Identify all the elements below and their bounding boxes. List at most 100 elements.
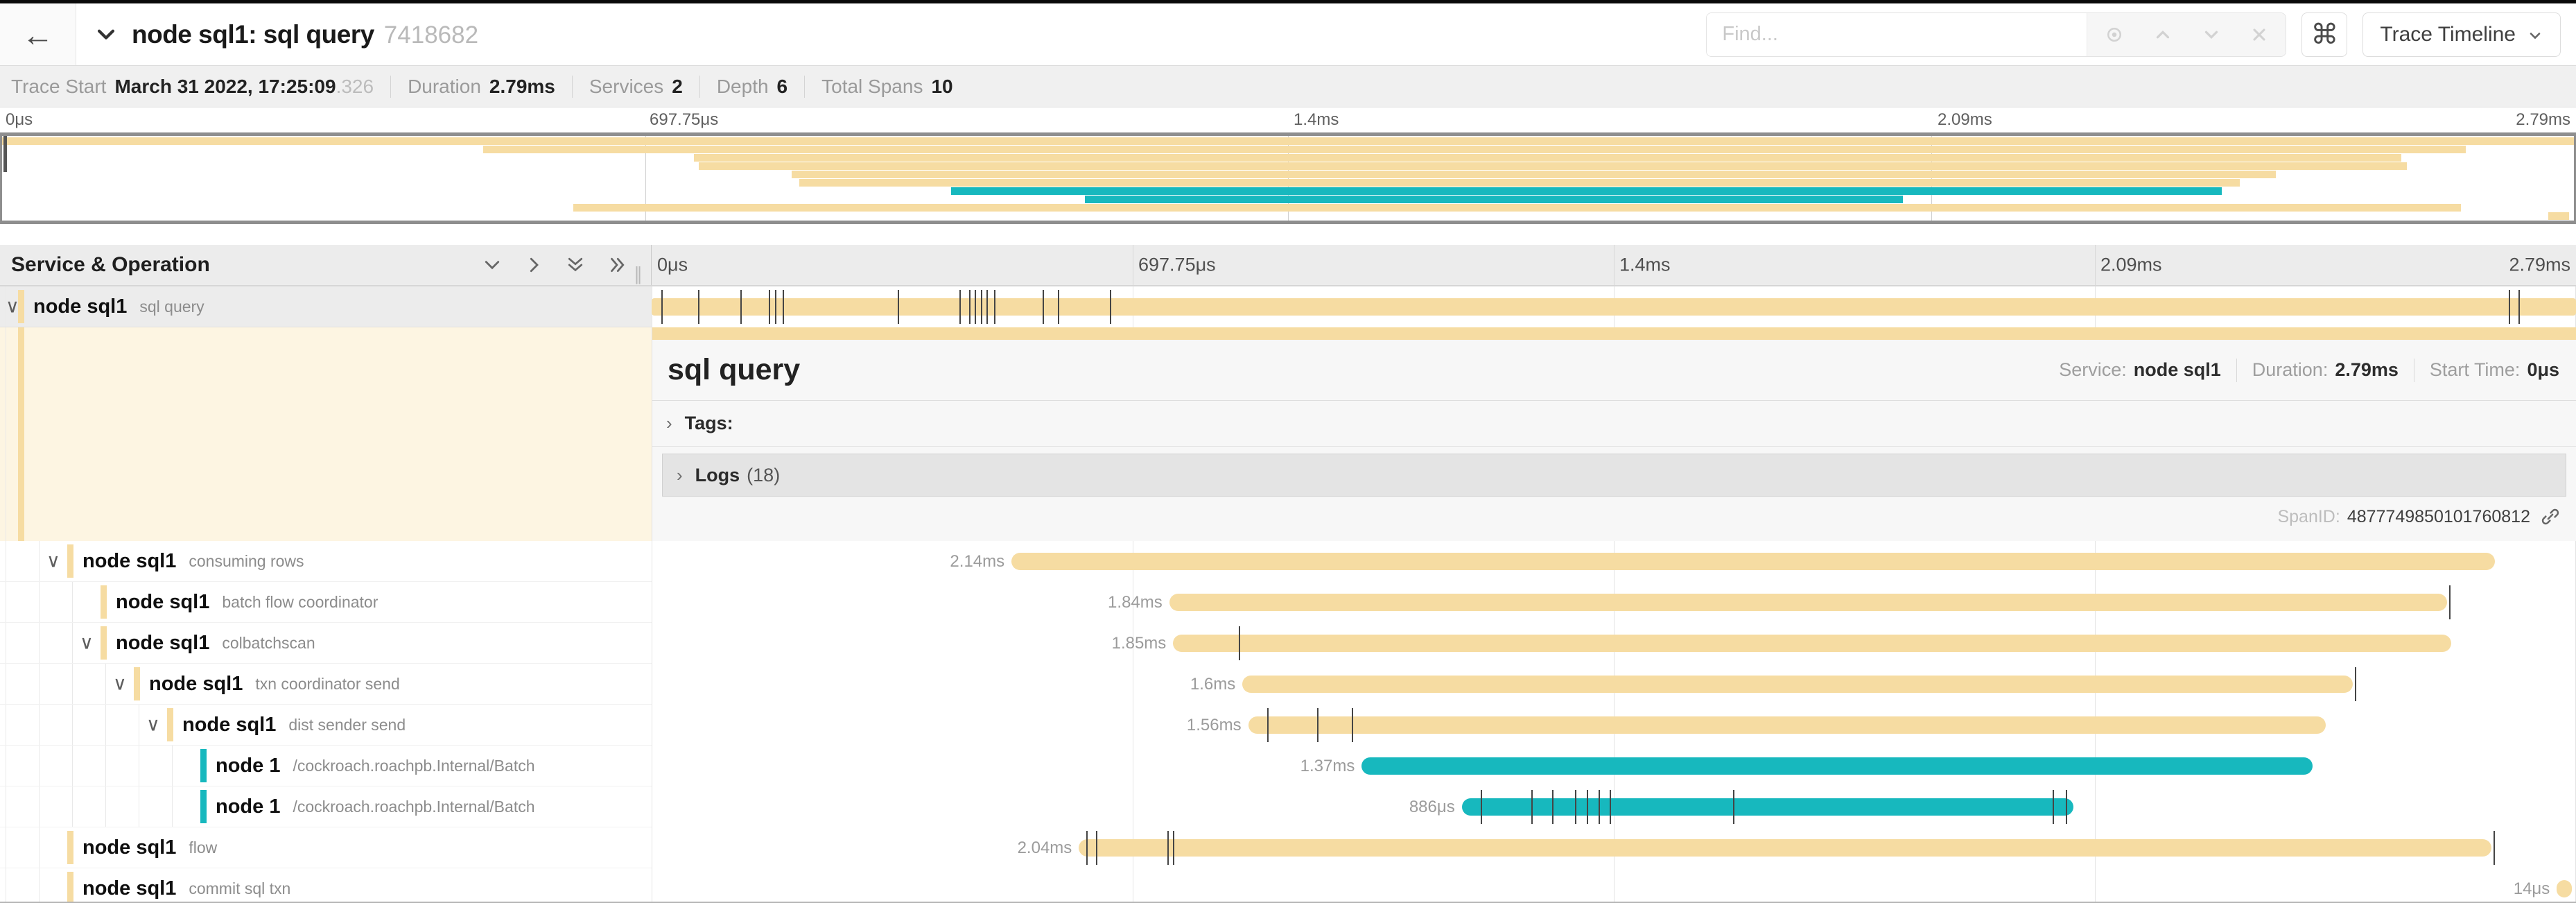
- divider: [390, 76, 391, 98]
- span-duration-label: 1.84ms: [1108, 582, 1163, 623]
- prev-match-icon[interactable]: [2152, 24, 2173, 45]
- column-resize-grip[interactable]: ∥: [634, 264, 644, 285]
- expand-chevron-icon[interactable]: ∨: [46, 551, 60, 572]
- logs-accordion[interactable]: › Logs (18): [662, 454, 2566, 497]
- span-name-cell[interactable]: node 1/cockroach.roachpb.Internal/Batch: [0, 746, 652, 786]
- expand-chevron-icon[interactable]: ∨: [146, 714, 160, 736]
- expand-one-icon[interactable]: [523, 255, 544, 275]
- collapse-trace-chevron-icon[interactable]: [94, 22, 118, 46]
- log-marker-tick: [1096, 831, 1097, 865]
- trace-page: ← node sql1: sql query 7418682: [0, 0, 2576, 903]
- clear-find-icon[interactable]: [2249, 25, 2269, 44]
- span-timeline-cell[interactable]: 1.37ms: [652, 746, 2576, 786]
- span-bar[interactable]: [1079, 839, 2491, 857]
- log-marker-tick: [2355, 667, 2356, 701]
- span-name-cell[interactable]: ∨node sql1consuming rows: [0, 541, 652, 582]
- keyboard-shortcuts-button[interactable]: ⌘: [2301, 12, 2347, 57]
- tree-row[interactable]: ∨node sql1sql query: [0, 286, 2576, 327]
- log-marker-tick: [2449, 585, 2451, 619]
- span-name-cell[interactable]: node 1/cockroach.roachpb.Internal/Batch: [0, 786, 652, 827]
- span-name-cell[interactable]: ∨node sql1sql query: [0, 286, 652, 327]
- meta-value: 2.79ms: [489, 76, 555, 98]
- span-timeline-cell[interactable]: 1.84ms: [652, 582, 2576, 623]
- span-bar[interactable]: [1248, 716, 2326, 734]
- trace-meta-item: Total Spans10: [821, 76, 952, 98]
- divider: [804, 76, 805, 98]
- meta-value: 2: [672, 76, 683, 98]
- log-marker-tick: [2066, 790, 2067, 824]
- tree-row[interactable]: node sql1flow2.04ms: [0, 827, 2576, 868]
- indent-guide: [39, 705, 40, 745]
- span-timeline-cell[interactable]: 1.85ms: [652, 623, 2576, 664]
- log-marker-tick: [783, 290, 784, 324]
- ruler-gridline: [1614, 245, 1615, 285]
- span-timeline-cell[interactable]: 886μs: [652, 786, 2576, 827]
- span-timeline-cell[interactable]: 14μs: [652, 868, 2576, 903]
- log-marker-tick: [1317, 708, 1319, 742]
- selected-span-bar[interactable]: [652, 327, 2576, 340]
- minimap-drag-handle[interactable]: [3, 136, 7, 172]
- span-duration-label: 1.85ms: [1112, 623, 1167, 664]
- tree-row[interactable]: node 1/cockroach.roachpb.Internal/Batch8…: [0, 786, 2576, 827]
- span-timeline-cell[interactable]: 1.56ms: [652, 705, 2576, 746]
- span-name-label: node sql1batch flow coordinator: [116, 582, 378, 622]
- tree-row[interactable]: ∨node sql1consuming rows2.14ms: [0, 541, 2576, 582]
- expand-chevron-icon[interactable]: ∨: [113, 673, 127, 695]
- span-bar[interactable]: [1169, 594, 2447, 611]
- span-duration-label: 1.56ms: [1187, 705, 1242, 746]
- trace-view-dropdown[interactable]: Trace Timeline: [2362, 12, 2561, 57]
- locate-icon[interactable]: [2104, 24, 2125, 45]
- find-group: [1706, 12, 2286, 57]
- back-button[interactable]: ←: [0, 3, 76, 65]
- span-bar[interactable]: [1361, 757, 2312, 775]
- expand-all-icon[interactable]: [607, 255, 627, 275]
- minimap-tick-label: 697.75μs: [650, 110, 718, 130]
- span-detail-meta: Service:node sql1 Duration:2.79ms Start …: [2059, 359, 2559, 382]
- span-name-cell[interactable]: ∨node sql1txn coordinator send: [0, 664, 652, 705]
- logs-label: Logs: [695, 465, 740, 486]
- span-bar[interactable]: [652, 298, 2576, 316]
- collapse-one-icon[interactable]: [482, 255, 503, 275]
- tree-row[interactable]: node sql1commit sql txn14μs: [0, 868, 2576, 903]
- span-bar[interactable]: [1242, 676, 2353, 693]
- find-input[interactable]: [1707, 13, 2087, 56]
- collapse-all-icon[interactable]: [565, 255, 586, 275]
- service-color-bar: [200, 790, 207, 823]
- tree-row[interactable]: node 1/cockroach.roachpb.Internal/Batch 1…: [0, 746, 2576, 786]
- next-match-icon[interactable]: [2201, 24, 2222, 45]
- tree-row[interactable]: node sql1batch flow coordinator 1.84ms: [0, 582, 2576, 623]
- tags-accordion[interactable]: › Tags:: [652, 401, 2576, 447]
- span-name-cell[interactable]: node sql1flow: [0, 827, 652, 868]
- span-timeline-cell[interactable]: 2.04ms: [652, 827, 2576, 868]
- expand-chevron-icon[interactable]: ∨: [6, 296, 19, 318]
- minimap-span-bar: [699, 162, 2406, 170]
- expand-chevron-icon[interactable]: ∨: [80, 633, 94, 654]
- span-name-cell[interactable]: ∨node sql1colbatchscan: [0, 623, 652, 664]
- log-marker-tick: [1267, 708, 1269, 742]
- span-name-cell[interactable]: ∨node sql1dist sender send: [0, 705, 652, 746]
- span-duration-label: 1.37ms: [1300, 746, 1355, 786]
- tree-row[interactable]: ∨node sql1txn coordinator send1.6ms: [0, 664, 2576, 705]
- span-bar[interactable]: [2557, 880, 2572, 897]
- indent-guide: [172, 786, 173, 827]
- span-name-cell[interactable]: node sql1commit sql txn: [0, 868, 652, 903]
- span-timeline-cell[interactable]: [652, 286, 2576, 327]
- log-marker-tick: [1575, 790, 1576, 824]
- copy-link-icon[interactable]: [2540, 506, 2561, 527]
- log-marker-tick: [1610, 790, 1611, 824]
- tree-row[interactable]: ∨node sql1colbatchscan 1.85ms: [0, 623, 2576, 664]
- meta-value: March 31 2022, 17:25:09.326: [114, 76, 374, 98]
- span-name-cell[interactable]: node sql1batch flow coordinator: [0, 582, 652, 623]
- span-bar[interactable]: [1173, 635, 2451, 652]
- span-timeline-cell[interactable]: 2.14ms: [652, 541, 2576, 582]
- indent-guide: [105, 786, 106, 827]
- tree-row[interactable]: ∨node sql1dist sender send 1.56ms: [0, 705, 2576, 746]
- trace-view-label: Trace Timeline: [2380, 23, 2516, 46]
- service-color-bar: [67, 831, 73, 864]
- trace-minimap[interactable]: [0, 132, 2576, 224]
- span-timeline-cell[interactable]: 1.6ms: [652, 664, 2576, 705]
- span-bar[interactable]: [1011, 553, 2495, 570]
- service-name: node sql1: [33, 295, 127, 318]
- service-name: node sql1: [149, 673, 243, 696]
- span-id-label: SpanID:: [2277, 507, 2340, 527]
